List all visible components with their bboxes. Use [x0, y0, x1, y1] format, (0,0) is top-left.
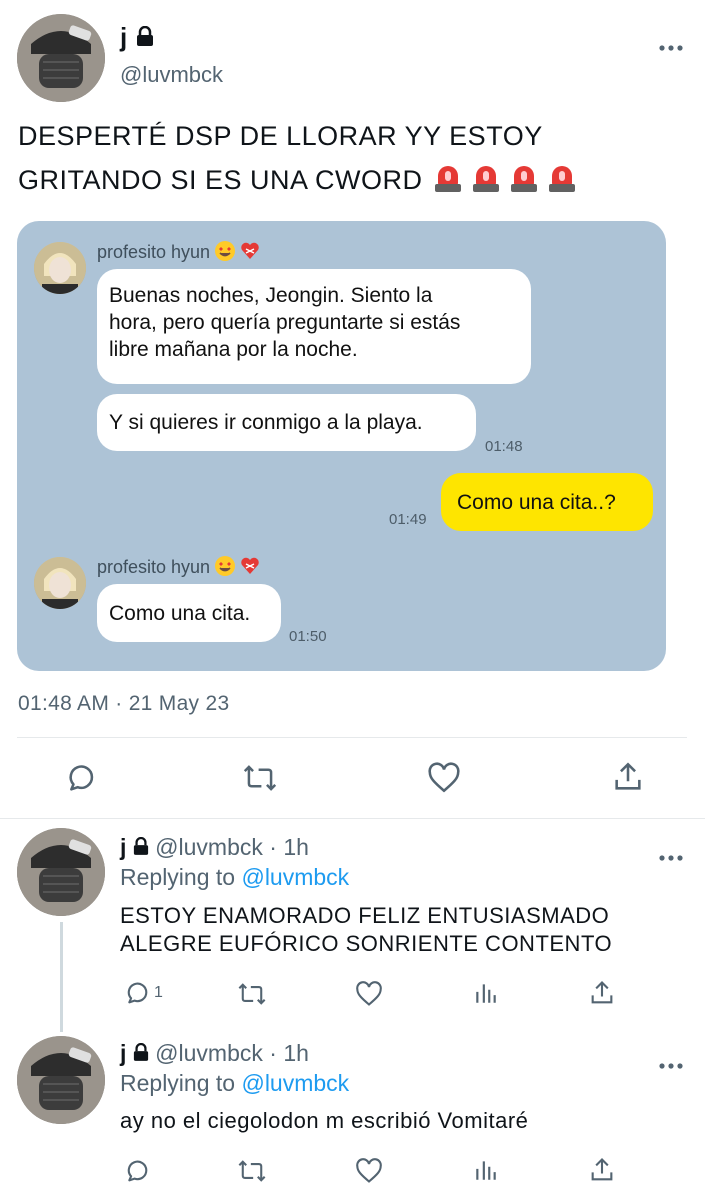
like-button[interactable]: [355, 1158, 383, 1189]
reply-button[interactable]: 1: [120, 979, 163, 1007]
share-button[interactable]: [611, 760, 645, 799]
sender-avatar: [34, 557, 86, 609]
like-icon: [356, 1158, 382, 1183]
retweet-button[interactable]: [237, 980, 267, 1013]
like-button[interactable]: [355, 981, 383, 1012]
replying-to: Replying to @luvmbck: [120, 1070, 350, 1096]
replying-to: Replying to @luvmbck: [120, 864, 350, 890]
heart-eyes-emoji: [215, 241, 236, 261]
divider: [17, 737, 687, 738]
reply-avatar[interactable]: [17, 1036, 105, 1124]
tweet-timestamp[interactable]: 01:48 AM · 21 May 23: [18, 692, 229, 716]
sender-name: profesito hyun: [97, 556, 260, 578]
share-button[interactable]: [588, 979, 616, 1012]
chat-screenshot[interactable]: profesito hyun Buenas noches, Jeongin. S…: [17, 221, 666, 671]
author-avatar[interactable]: [17, 14, 105, 102]
mending-heart-emoji: [240, 556, 260, 576]
tweet-text-line2: GRITANDO SI ES UNA CWORD: [18, 165, 423, 195]
reply-text: ay no el ciegolodon m escribió Vomitaré: [120, 1108, 529, 1133]
author-name[interactable]: j: [120, 22, 154, 53]
siren-emoji: [548, 162, 575, 192]
reply-text: ESTOY ENAMORADO FELIZ ENTUSIASMADO ALEGR…: [120, 903, 613, 956]
thread-line: [60, 922, 63, 1032]
more-icon[interactable]: [658, 1048, 684, 1074]
lock-icon: [136, 22, 154, 53]
reply-header: j @luvmbck · 1h: [120, 834, 309, 861]
more-icon[interactable]: [658, 30, 684, 56]
siren-emoji: [434, 162, 461, 192]
reply-count: 1: [154, 984, 163, 1001]
share-button[interactable]: [588, 1156, 616, 1189]
reply-avatar[interactable]: [17, 828, 105, 916]
replying-to-link[interactable]: @luvmbck: [241, 864, 349, 890]
message-time: 01:48: [485, 438, 523, 455]
like-icon: [356, 981, 382, 1006]
share-icon: [591, 981, 613, 1004]
retweet-button[interactable]: [237, 1157, 267, 1190]
views-button[interactable]: [473, 1157, 499, 1188]
message-bubble: Como una cita.: [97, 584, 281, 642]
message-bubble: Y si quieres ir conmigo a la playa.: [97, 394, 476, 451]
reply-handle[interactable]: @luvmbck: [155, 834, 263, 860]
tweet-text: DESPERTÉ DSP DE LLORAR YY ESTOY GRITANDO…: [18, 114, 688, 202]
reply-header: j @luvmbck · 1h: [120, 1040, 309, 1067]
reply-icon: [127, 982, 148, 1004]
reply-button[interactable]: [120, 1157, 148, 1190]
reply-icon: [127, 1160, 148, 1182]
tweet-text-line1: DESPERTÉ DSP DE LLORAR YY ESTOY: [18, 121, 543, 151]
message-time: 01:49: [389, 511, 427, 528]
heart-eyes-emoji: [215, 556, 236, 576]
views-button[interactable]: [473, 980, 499, 1011]
lock-icon: [133, 834, 149, 861]
reply-age: · 1h: [269, 834, 309, 860]
author-handle[interactable]: @luvmbck: [120, 62, 223, 88]
replying-to-link[interactable]: @luvmbck: [241, 1070, 349, 1096]
like-icon: [428, 762, 460, 793]
retweet-icon: [238, 1160, 266, 1182]
share-icon: [615, 762, 641, 790]
more-icon[interactable]: [658, 840, 684, 866]
retweet-icon: [243, 765, 277, 791]
retweet-button[interactable]: [242, 761, 278, 800]
share-icon: [591, 1158, 613, 1181]
siren-emoji: [510, 162, 537, 192]
reply-handle[interactable]: @luvmbck: [155, 1040, 263, 1066]
like-button[interactable]: [427, 762, 461, 799]
reply-button[interactable]: [60, 761, 94, 800]
mending-heart-emoji: [240, 241, 260, 261]
siren-emoji: [472, 162, 499, 192]
my-message-bubble: Como una cita..?: [441, 473, 653, 531]
lock-icon: [133, 1040, 149, 1067]
message-bubble: Buenas noches, Jeongin. Siento la hora, …: [97, 269, 531, 384]
message-time: 01:50: [289, 628, 327, 645]
retweet-icon: [238, 983, 266, 1005]
reply-icon: [69, 765, 94, 791]
tweet-text-line2-row: GRITANDO SI ES UNA CWORD: [18, 158, 688, 202]
views-icon: [476, 984, 496, 1003]
sender-name: profesito hyun: [97, 241, 260, 263]
views-icon: [476, 1161, 496, 1180]
divider: [0, 818, 705, 819]
reply-age: · 1h: [269, 1040, 309, 1066]
sender-avatar: [34, 242, 86, 294]
